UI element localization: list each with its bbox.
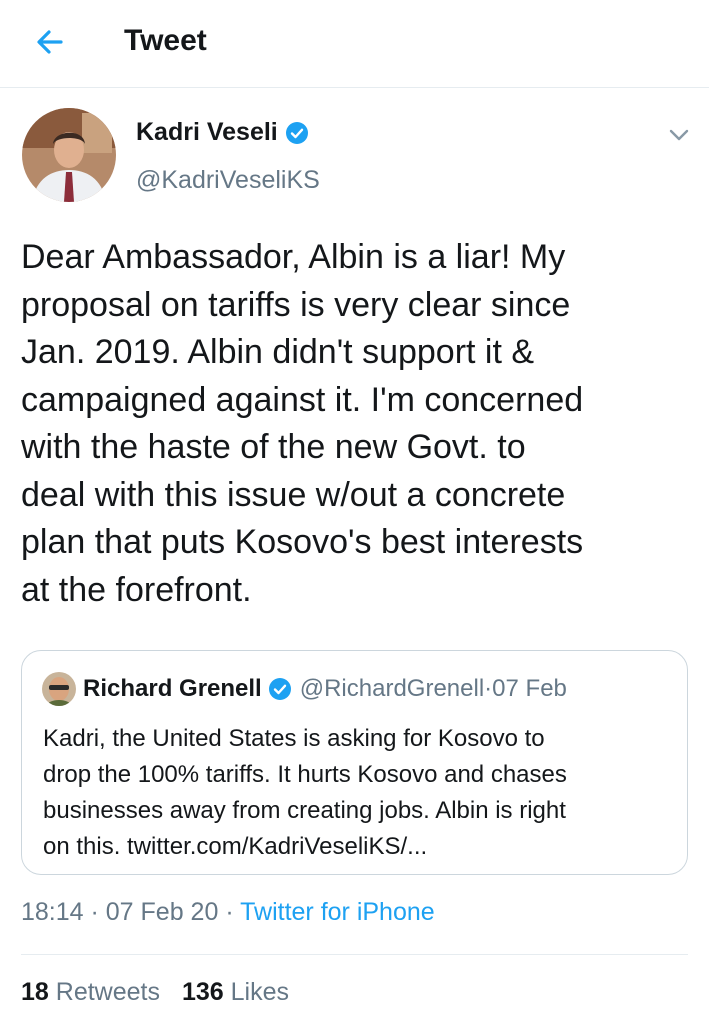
separator: · — [83, 898, 106, 926]
quoted-tweet-text: Kadri, the United States is asking for K… — [43, 721, 673, 865]
chevron-down-icon — [669, 129, 689, 141]
quoted-author-avatar — [42, 672, 76, 706]
tweet-line: Dear Ambassador, Albin is a liar! My — [21, 238, 566, 276]
back-button[interactable] — [30, 22, 70, 62]
tweet-line: with the haste of the new Govt. to — [21, 428, 526, 466]
tweet-text: Dear Ambassador, Albin is a liar! My pro… — [21, 234, 701, 614]
tweet-date: 07 Feb 20 — [105, 898, 219, 926]
tweet-line: proposal on tariffs is very clear since — [21, 285, 571, 324]
tweet-metadata: 18:14 · 07 Feb 20 · Twitter for iPhone — [21, 898, 435, 927]
verified-badge-icon — [268, 678, 291, 700]
tweet-line: at the forefront. — [21, 570, 252, 609]
likes-stat[interactable]: 136 Likes — [182, 978, 289, 1007]
retweets-label: Retweets — [55, 978, 160, 1006]
tweet-line: campaigned against it. I'm concerned — [21, 380, 584, 419]
quoted-tweet[interactable]: Richard Grenell @RichardGrenell · 07 Feb… — [21, 650, 688, 875]
page-title: Tweet — [124, 24, 207, 57]
likes-label: Likes — [230, 978, 290, 1006]
divider — [21, 954, 688, 955]
quoted-tweet-line: on this. twitter.com/KadriVeseliKS/... — [43, 833, 428, 860]
author-avatar[interactable] — [22, 108, 116, 202]
tweet-line: deal with this issue w/out a concrete — [21, 475, 566, 514]
quoted-author-handle: @RichardGrenell — [299, 675, 485, 702]
arrow-left-icon — [37, 30, 63, 54]
quoted-tweet-date: 07 Feb — [492, 675, 567, 702]
likes-count: 136 — [181, 978, 224, 1006]
top-bar: Tweet — [0, 0, 709, 88]
tweet-line: plan that puts Kosovo's best interests — [21, 523, 584, 561]
separator: · — [218, 898, 241, 926]
quoted-tweet-line: businesses away from creating jobs. Albi… — [43, 797, 566, 824]
engagement-stats: 18 Retweets 136 Likes — [21, 978, 289, 1007]
retweets-stat[interactable]: 18 Retweets — [21, 978, 160, 1007]
author-name[interactable]: Kadri Veseli — [136, 118, 309, 147]
author-handle[interactable]: @KadriVeseliKS — [136, 166, 320, 195]
tweet-time: 18:14 — [21, 898, 84, 926]
separator: · — [484, 675, 493, 702]
quoted-tweet-line: Kadri, the United States is asking for K… — [43, 725, 545, 752]
more-options-button[interactable] — [666, 125, 692, 145]
quoted-tweet-line: drop the 100% tariffs. It hurts Kosovo a… — [43, 761, 567, 788]
quoted-tweet-header: Richard Grenell @RichardGrenell · 07 Feb — [42, 672, 567, 706]
quoted-author-name: Richard Grenell — [83, 675, 262, 702]
verified-badge-icon — [285, 121, 308, 144]
retweets-count: 18 — [21, 978, 49, 1006]
tweet-source-link[interactable]: Twitter for iPhone — [240, 898, 435, 926]
tweet-line: Jan. 2019. Albin didn't support it & — [21, 333, 535, 371]
